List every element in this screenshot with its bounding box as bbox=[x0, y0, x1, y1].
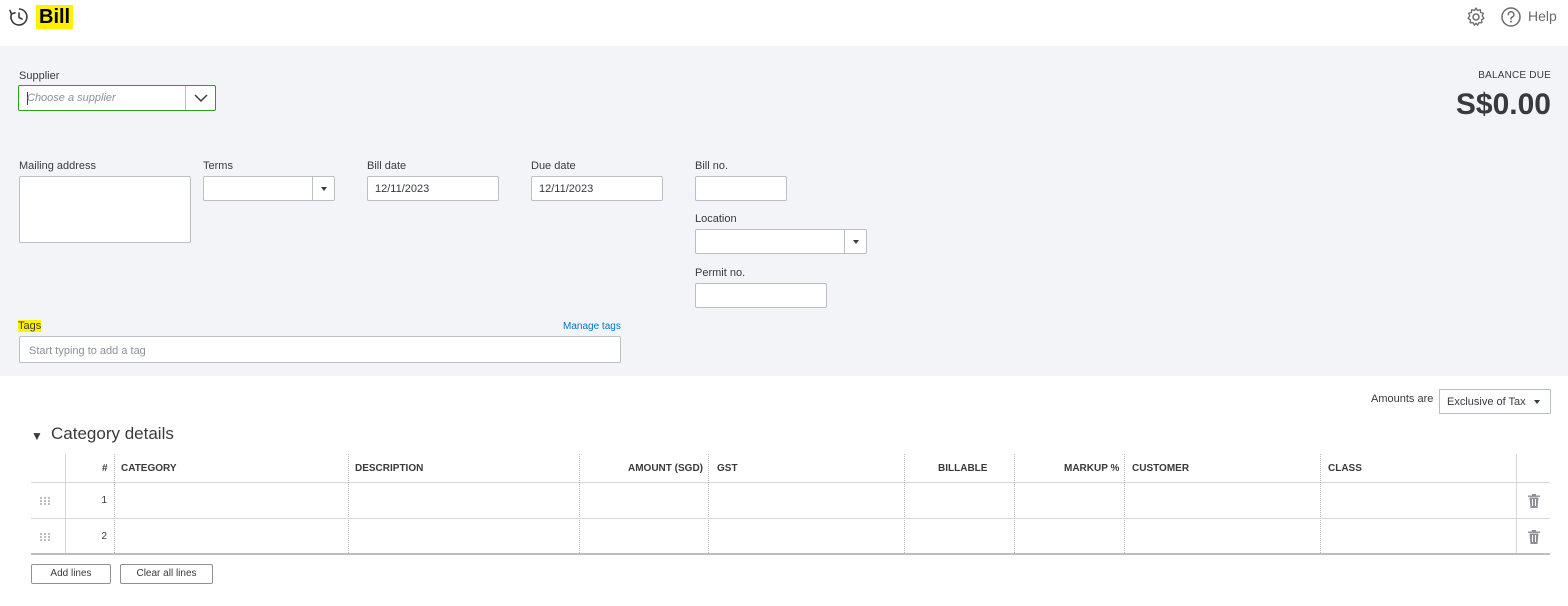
table-row[interactable]: 1 bbox=[31, 483, 1550, 519]
col-header-category: CATEGORY bbox=[121, 463, 177, 474]
supplier-select[interactable]: Choose a supplier bbox=[18, 85, 216, 111]
terms-select[interactable] bbox=[203, 176, 335, 201]
due-date-label: Due date bbox=[531, 160, 576, 172]
table-row[interactable]: 2 bbox=[31, 519, 1550, 555]
recent-history-icon[interactable] bbox=[8, 6, 30, 28]
manage-tags-link[interactable]: Manage tags bbox=[563, 321, 621, 332]
supplier-placeholder: Choose a supplier bbox=[27, 92, 116, 104]
balance-due-value: S$0.00 bbox=[1455, 88, 1551, 121]
category-details-title[interactable]: Category details bbox=[51, 424, 174, 444]
help-link[interactable]: Help bbox=[1528, 8, 1557, 24]
amounts-are-label: Amounts are bbox=[1371, 393, 1434, 405]
page-title: Bill bbox=[36, 5, 74, 29]
row-number: 2 bbox=[101, 531, 107, 542]
terms-label: Terms bbox=[203, 160, 233, 172]
clear-all-lines-button[interactable]: Clear all lines bbox=[120, 564, 213, 584]
col-header-amount: AMOUNT (SGD) bbox=[628, 463, 703, 474]
caret-down-icon bbox=[1534, 400, 1540, 404]
tags-label: Tags bbox=[18, 320, 42, 332]
help-icon[interactable] bbox=[1500, 6, 1522, 28]
trash-icon[interactable] bbox=[1528, 530, 1540, 544]
location-label: Location bbox=[695, 213, 737, 225]
tags-placeholder: Start typing to add a tag bbox=[29, 345, 146, 357]
col-header-billable: BILLABLE bbox=[938, 463, 988, 474]
col-header-gst: GST bbox=[717, 463, 738, 474]
location-select[interactable] bbox=[695, 229, 867, 254]
supplier-dropdown-button[interactable] bbox=[185, 86, 215, 110]
bill-date-field[interactable]: 12/11/2023 bbox=[367, 176, 499, 201]
bill-form: Supplier Choose a supplier BALANCE DUE S… bbox=[0, 46, 1568, 376]
col-header-description: DESCRIPTION bbox=[355, 463, 424, 474]
bill-no-label: Bill no. bbox=[695, 160, 729, 172]
gear-icon[interactable] bbox=[1465, 6, 1487, 28]
location-dropdown-arrow[interactable] bbox=[844, 230, 866, 253]
top-bar: Bill Help bbox=[0, 0, 1568, 46]
terms-dropdown-arrow[interactable] bbox=[312, 177, 334, 200]
drag-handle-icon[interactable] bbox=[40, 533, 50, 541]
supplier-label: Supplier bbox=[19, 70, 60, 82]
table-header: # CATEGORY DESCRIPTION AMOUNT (SGD) GST … bbox=[31, 454, 1550, 483]
category-table: # CATEGORY DESCRIPTION AMOUNT (SGD) GST … bbox=[31, 454, 1550, 555]
add-lines-button[interactable]: Add lines bbox=[31, 564, 111, 584]
due-date-value: 12/11/2023 bbox=[539, 183, 594, 195]
due-date-field[interactable]: 12/11/2023 bbox=[531, 176, 663, 201]
col-header-number: # bbox=[102, 463, 108, 474]
drag-handle-icon[interactable] bbox=[40, 497, 50, 505]
trash-icon[interactable] bbox=[1528, 494, 1540, 508]
col-header-customer: CUSTOMER bbox=[1132, 463, 1190, 474]
bill-date-value: 12/11/2023 bbox=[375, 183, 430, 195]
row-number: 1 bbox=[101, 495, 107, 506]
balance-due-label: BALANCE DUE bbox=[1478, 70, 1551, 81]
tags-input[interactable]: Start typing to add a tag bbox=[19, 336, 621, 363]
mailing-address-label: Mailing address bbox=[19, 160, 97, 172]
permit-no-label: Permit no. bbox=[695, 267, 746, 279]
amounts-are-select[interactable]: Exclusive of Tax bbox=[1439, 389, 1551, 414]
chevron-down-icon bbox=[194, 94, 208, 103]
bill-date-label: Bill date bbox=[367, 160, 407, 172]
col-header-class: CLASS bbox=[1328, 463, 1362, 474]
col-header-markup: MARKUP % bbox=[1064, 463, 1120, 474]
permit-no-field[interactable] bbox=[695, 283, 827, 308]
bill-no-field[interactable] bbox=[695, 176, 787, 201]
collapse-toggle-icon[interactable]: ▼ bbox=[31, 429, 43, 443]
amounts-are-value: Exclusive of Tax bbox=[1447, 396, 1526, 408]
mailing-address-field[interactable] bbox=[19, 176, 191, 243]
